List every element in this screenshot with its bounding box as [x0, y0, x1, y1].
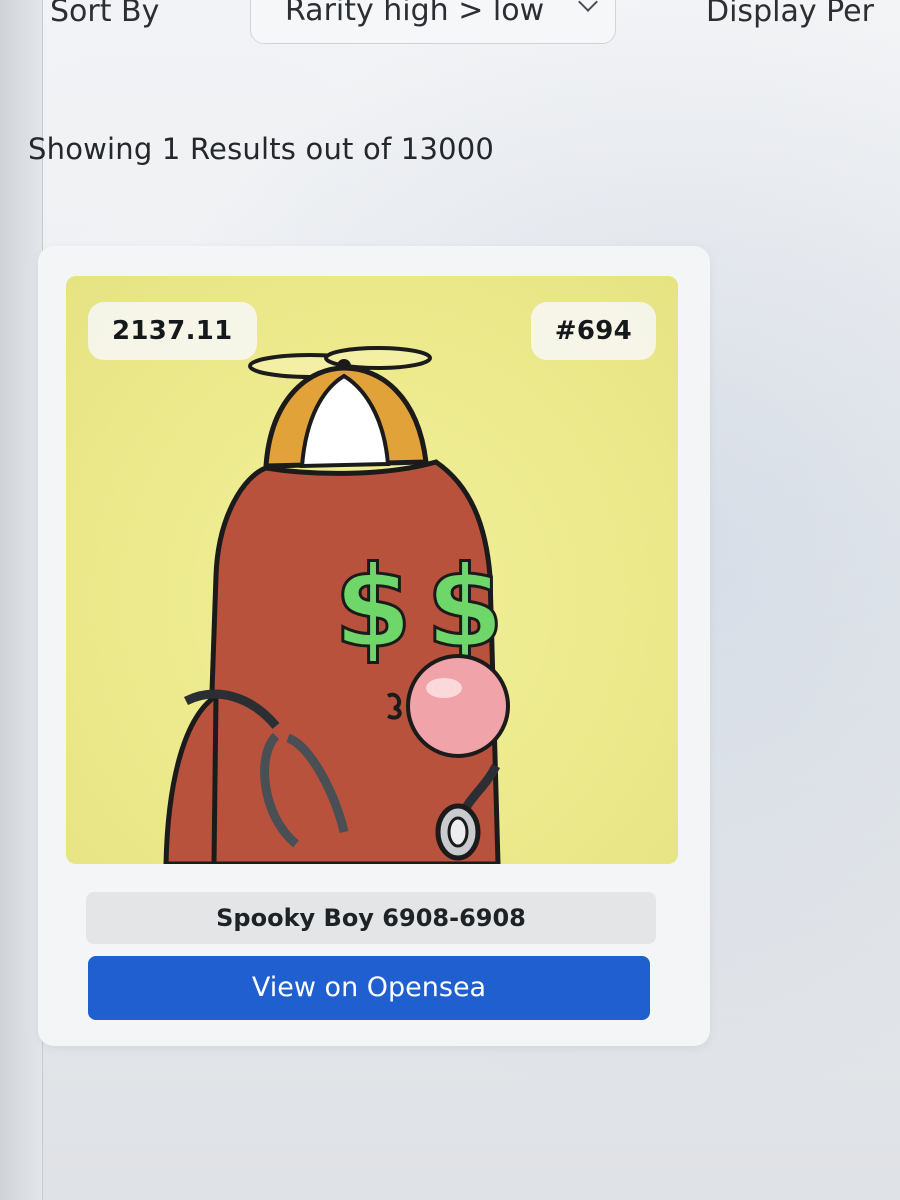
sort-select-value: Rarity high > low: [285, 0, 545, 28]
nft-image[interactable]: $ $ 2137.11 #694: [66, 276, 678, 864]
chevron-down-icon: [578, 0, 598, 12]
sort-by-label: Sort By: [50, 0, 160, 29]
sort-select[interactable]: Rarity high > low: [250, 0, 616, 44]
svg-text:$: $: [334, 543, 412, 673]
hat-icon: [263, 365, 429, 469]
display-per-label: Display Per: [706, 0, 874, 29]
rank-badge: #694: [530, 302, 656, 360]
bubblegum-icon: [406, 654, 510, 758]
view-on-opensea-button[interactable]: View on Opensea: [88, 956, 650, 1020]
rarity-score-badge: 2137.11: [88, 302, 257, 360]
nft-name: Spooky Boy 6908-6908: [86, 892, 656, 944]
filter-controls: Sort By Rarity high > low Display Per: [0, 0, 900, 46]
results-count: Showing 1 Results out of 13000: [28, 132, 495, 166]
sidebar-edge: [0, 0, 43, 1200]
svg-text:$: $: [426, 543, 504, 673]
spooky-boy-illustration: $ $: [163, 346, 510, 864]
nft-card: $ $ 2137.11 #694 Spooky Boy 6908-6908 Vi: [38, 246, 710, 1046]
